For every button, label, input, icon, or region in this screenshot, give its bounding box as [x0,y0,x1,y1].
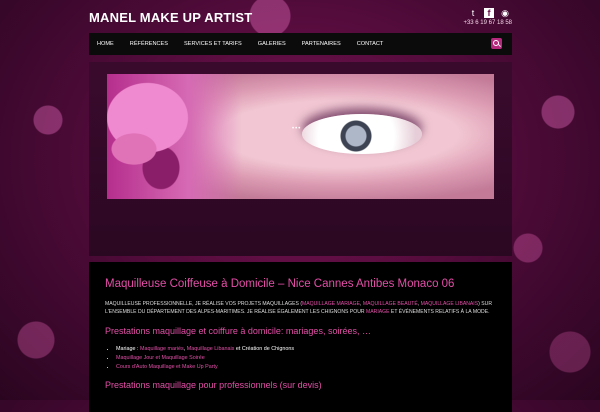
section-heading-professionnels: Prestations maquillage pour professionne… [105,380,322,390]
phone-number: +33 6 19 67 18 58 [463,20,512,26]
link-maquillage-beaute[interactable]: MAQUILLAGE BEAUTÉ [363,301,418,307]
nav-partenaires[interactable]: PARTENAIRES [294,41,349,47]
link-cours-auto-maquillage[interactable]: Cours d'Auto Maquillage et Make Up Party [116,364,218,370]
section-heading-domicile: Prestations maquillage et coiffure à dom… [105,326,371,336]
search-icon[interactable] [491,38,502,49]
banner-frame: ••• [89,62,512,256]
nav-contact[interactable]: CONTACT [349,41,392,47]
list-item-text: Mariage : [116,346,140,352]
eye-gems-graphic: ••• [292,126,302,132]
page-title: Maquilleuse Coiffeuse à Domicile – Nice … [105,278,455,290]
link-mariage[interactable]: MARIAGE [366,309,390,315]
list-item: Cours d'Auto Maquillage et Make Up Party [116,363,294,372]
intro-text: MAQUILLEUSE PROFESSIONNELLE, JE RÉALISE … [105,301,303,307]
eye-graphic [302,114,422,154]
services-list: Mariage : Maquillage mariés, Maquillage … [105,345,294,372]
rss-icon[interactable]: ◉ [500,8,510,18]
list-item: Maquillage Jour et Maquillage Soirée [116,354,294,363]
nav-galeries[interactable]: GALERIES [250,41,294,47]
hero-banner-image: ••• [107,74,494,199]
nav-services-tarifs[interactable]: SERVICES ET TARIFS [176,41,250,47]
intro-text: ET ÉVÉNEMENTS RELATIFS À LA MODE. [389,309,490,315]
link-maquillage-mariage[interactable]: MAQUILLAGE MARIAGE [302,301,360,307]
main-nav: HOME RÉFÉRENCES SERVICES ET TARIFS GALER… [89,33,512,55]
link-maquillage-libanais[interactable]: MAQUILLAGE LIBANAIS [421,301,478,307]
intro-paragraph: MAQUILLEUSE PROFESSIONNELLE, JE RÉALISE … [105,300,497,316]
social-links: t f ◉ [468,8,510,18]
link-maquillage-maries[interactable]: Maquillage mariés [140,346,184,352]
main-content: Maquilleuse Coiffeuse à Domicile – Nice … [89,262,512,412]
list-item: Mariage : Maquillage mariés, Maquillage … [116,345,294,354]
link-maquillage-libanais-2[interactable]: Maquillage Libanais [187,346,235,352]
list-item-text: et Création de Chignons [234,346,295,352]
site-logo-text[interactable]: MANEL MAKE UP ARTIST [89,10,252,25]
orchid-flower-graphic [107,74,242,199]
twitter-icon[interactable]: t [468,8,478,18]
nav-references[interactable]: RÉFÉRENCES [122,41,176,47]
link-maquillage-jour-soiree[interactable]: Maquillage Jour et Maquillage Soirée [116,355,205,361]
facebook-icon[interactable]: f [484,8,494,18]
nav-home[interactable]: HOME [89,41,122,47]
